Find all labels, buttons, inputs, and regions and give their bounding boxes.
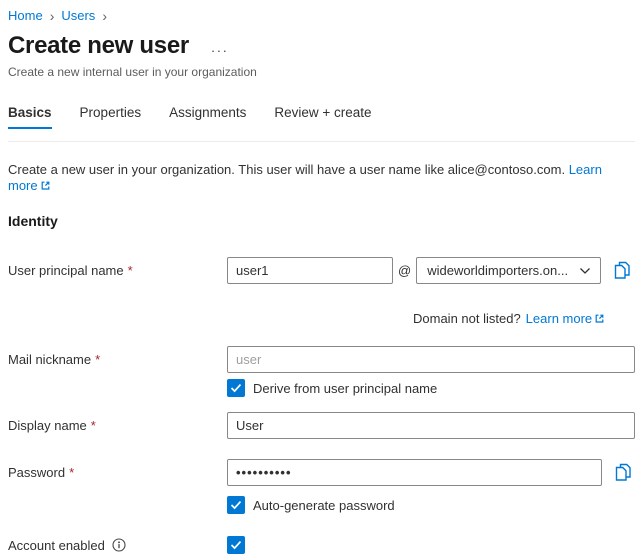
required-asterisk: * bbox=[69, 465, 75, 480]
derive-checkbox[interactable] bbox=[227, 379, 245, 397]
copy-icon bbox=[615, 261, 630, 279]
account-enabled-row: Account enabled bbox=[8, 536, 635, 554]
password-label: Password * bbox=[8, 465, 227, 480]
external-link-icon bbox=[41, 181, 50, 190]
account-enabled-label: Account enabled bbox=[8, 538, 227, 553]
password-field bbox=[227, 459, 632, 486]
required-asterisk: * bbox=[127, 263, 133, 278]
intro-description: Create a new user in your organization. … bbox=[8, 162, 566, 177]
tab-assignments[interactable]: Assignments bbox=[169, 105, 246, 129]
password-row: Password * bbox=[8, 459, 635, 486]
autogen-password-checkbox[interactable] bbox=[227, 496, 245, 514]
required-asterisk: * bbox=[90, 418, 96, 433]
autogen-password-checkbox-label[interactable]: Auto-generate password bbox=[253, 498, 395, 513]
upn-field: @ wideworldimporters.on... bbox=[227, 257, 631, 284]
breadcrumb-separator-icon: › bbox=[49, 7, 55, 24]
chevron-down-icon bbox=[580, 267, 591, 274]
tab-review-create[interactable]: Review + create bbox=[274, 105, 371, 129]
upn-row: User principal name * @ wideworldimporte… bbox=[8, 257, 635, 284]
identity-form: User principal name * @ wideworldimporte… bbox=[8, 257, 635, 554]
mail-nickname-label: Mail nickname * bbox=[8, 352, 227, 367]
derive-checkbox-label[interactable]: Derive from user principal name bbox=[253, 381, 437, 396]
tab-properties[interactable]: Properties bbox=[80, 105, 142, 129]
password-label-text: Password bbox=[8, 465, 66, 480]
more-options-icon[interactable]: ··· bbox=[211, 44, 229, 57]
at-symbol: @ bbox=[398, 263, 412, 278]
tab-bar: Basics Properties Assignments Review + c… bbox=[8, 105, 635, 129]
derive-checkbox-row: Derive from user principal name bbox=[8, 379, 635, 397]
domain-dropdown[interactable]: wideworldimporters.on... bbox=[416, 257, 602, 284]
domain-hint-row: Domain not listed? Learn more bbox=[8, 311, 635, 326]
breadcrumb-home-link[interactable]: Home bbox=[8, 8, 43, 23]
checkmark-icon bbox=[230, 541, 242, 550]
page-subtitle: Create a new internal user in your organ… bbox=[8, 65, 257, 79]
account-enabled-checkbox[interactable] bbox=[227, 536, 245, 554]
mail-nickname-row: Mail nickname * bbox=[8, 346, 635, 373]
copy-upn-button[interactable] bbox=[613, 260, 631, 281]
mail-nickname-input bbox=[227, 346, 635, 373]
upn-label-text: User principal name bbox=[8, 263, 124, 278]
upn-label: User principal name * bbox=[8, 263, 227, 278]
checkmark-icon bbox=[230, 384, 242, 393]
display-name-field bbox=[227, 412, 635, 439]
display-name-input[interactable] bbox=[227, 412, 635, 439]
info-icon[interactable] bbox=[112, 538, 126, 552]
breadcrumb-separator-icon: › bbox=[102, 7, 107, 24]
identity-section-title: Identity bbox=[8, 213, 58, 229]
mail-nickname-label-text: Mail nickname bbox=[8, 352, 92, 367]
display-name-label: Display name * bbox=[8, 418, 227, 433]
domain-hint: Domain not listed? Learn more bbox=[413, 311, 605, 326]
copy-password-button[interactable] bbox=[614, 462, 632, 483]
learn-more-label: Learn more bbox=[525, 311, 593, 326]
tab-basics[interactable]: Basics bbox=[8, 105, 52, 129]
page-header: Create new user ··· bbox=[8, 32, 635, 60]
domain-hint-text: Domain not listed? bbox=[413, 311, 521, 326]
upn-input[interactable] bbox=[227, 257, 393, 284]
copy-icon bbox=[615, 463, 631, 481]
domain-learn-more-link[interactable]: Learn more bbox=[526, 311, 605, 326]
password-input[interactable] bbox=[227, 459, 602, 486]
breadcrumb-users-link[interactable]: Users bbox=[61, 8, 95, 23]
intro-text: Create a new user in your organization. … bbox=[8, 162, 635, 194]
page-title: Create new user bbox=[8, 32, 189, 59]
external-link-icon bbox=[595, 314, 604, 323]
account-enabled-label-text: Account enabled bbox=[8, 537, 105, 553]
checkmark-icon bbox=[230, 501, 242, 510]
create-new-user-page: Home › Users › Create new user ··· Creat… bbox=[0, 0, 644, 554]
display-name-row: Display name * bbox=[8, 412, 635, 439]
tab-bar-divider bbox=[8, 141, 635, 142]
required-asterisk: * bbox=[95, 352, 101, 367]
domain-selected-value: wideworldimporters.on... bbox=[427, 263, 569, 278]
mail-nickname-field bbox=[227, 346, 635, 373]
breadcrumb: Home › Users › bbox=[8, 8, 635, 23]
autogen-checkbox-row: Auto-generate password bbox=[8, 496, 635, 514]
display-name-label-text: Display name bbox=[8, 418, 87, 433]
